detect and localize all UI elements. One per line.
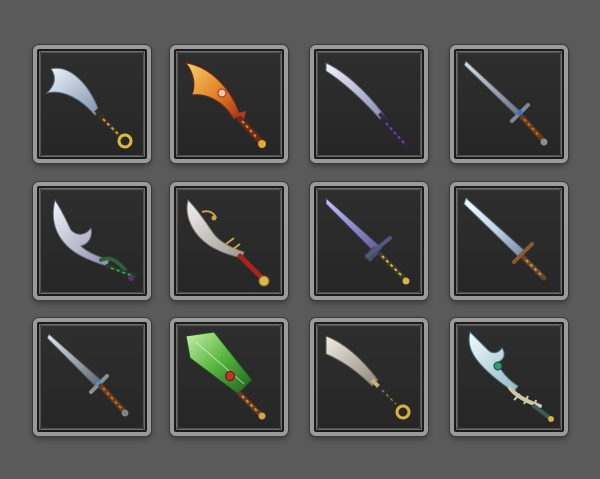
dagger-icon [46,333,129,417]
inventory-slot-11[interactable] [310,318,428,436]
katana-icon [325,62,409,148]
inventory-slot-8[interactable] [450,182,568,300]
inventory-slot-1[interactable] [33,45,151,163]
crystal-sword-icon [463,197,547,281]
inventory-slot-4[interactable] [450,45,568,163]
jade-wave-blade-icon [468,331,554,422]
ornate-saber-icon [186,199,270,287]
inventory-slot-6[interactable] [170,182,288,300]
inventory-slot-10[interactable] [170,318,288,436]
machete-icon [325,335,411,420]
inventory-grid [0,0,600,479]
curved-steel-blade-icon [45,67,133,149]
inventory-slot-9[interactable] [33,318,151,436]
longsword-icon [463,60,548,146]
emerald-cleaver-icon [185,331,266,420]
inventory-slot-3[interactable] [310,45,428,163]
inventory-slot-5[interactable] [33,182,151,300]
inventory-slot-2[interactable] [170,45,288,163]
violet-broadsword-icon [325,196,410,285]
inventory-slot-12[interactable] [450,318,568,436]
serrated-scythe-blade-icon [52,198,137,281]
inventory-slot-7[interactable] [310,182,428,300]
flame-scimitar-icon [184,62,266,148]
